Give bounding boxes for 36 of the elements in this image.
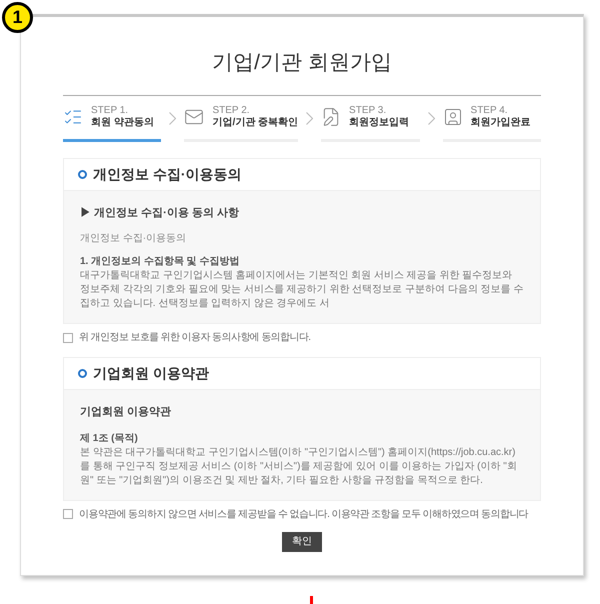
step-badge: 1 bbox=[2, 2, 33, 33]
subheading: ▶ 개인정보 수집·이용 동의 사항 bbox=[80, 206, 240, 220]
scroll-marker bbox=[310, 596, 313, 604]
section-heading: 기업회원 이용약관 bbox=[93, 364, 209, 383]
article-title: 제 1조 (목적) bbox=[80, 432, 139, 446]
step-tab[interactable]: STEP 2. 기업/기관 중복확인 bbox=[184, 96, 298, 142]
terms-text: 대구가톨릭대학교 구인기업시스템 홈페이지에서는 기본적인 회원 서비스 제공을 위한 필수정보와 정보주체 각각의 기호와 필요에 맞는 서비스를 제공하기 위한 선택정보로 구분하여 다음의 정보를 수집하고 있습니다. 선택정보를 입력하지 않은 경우에도 서 bbox=[80, 269, 524, 311]
step-number: STEP 1. bbox=[91, 104, 130, 117]
chevron-icon bbox=[428, 112, 435, 125]
ring-icon bbox=[78, 369, 87, 378]
step-label: 회원정보입력 bbox=[349, 117, 410, 130]
portrait-icon bbox=[442, 107, 463, 127]
step-label: 회원 약관동의 bbox=[91, 117, 154, 130]
subheading: 기업회원 이용약관 bbox=[80, 405, 172, 420]
checkbox[interactable] bbox=[63, 332, 73, 342]
intro-text: 개인정보 수집·이용동의 bbox=[80, 232, 188, 246]
checkbox-label: 위 개인정보 보호를 위한 이용자 동의사항에 동의합니다. bbox=[79, 331, 310, 345]
step-number: STEP 3. bbox=[349, 104, 388, 117]
checkbox[interactable] bbox=[63, 509, 73, 519]
page-title: 기업/기관 회원가입 bbox=[211, 50, 393, 76]
terms-text: 본 약관은 대구가톨릭대학교 구인기업시스템(이하 "구인기업시스템") 홈페이지(https://job.cu.ac.kr)를 통해 구인구직 정보제공 서비스 (이하 "서비스")를 제공함에 있어 이를 이용하는 가입자 (이하 "회원" 또는 "기업회원")의 이용조건 및 제반 절차, 기타 필요한 사항을 규정함을 목적으로 한다. bbox=[80, 446, 518, 488]
step-label: 회원가입완료 bbox=[470, 117, 531, 130]
confirm-button[interactable]: 확인 bbox=[282, 532, 322, 552]
step-tab[interactable]: STEP 1. 회원 약관동의 bbox=[63, 96, 162, 142]
step-tab[interactable]: STEP 4. 회원가입완료 bbox=[442, 96, 542, 142]
step-label: 기업/기관 중복확인 bbox=[212, 117, 298, 130]
ring-icon bbox=[78, 170, 87, 178]
envelope-icon bbox=[184, 107, 204, 127]
article-title: 1. 개인정보의 수집항목 및 수집방법 bbox=[80, 255, 240, 269]
checkbox-label: 이용약관에 동의하지 않으면 서비스를 제공받을 수 없습니다. 이용약관 조항을 모두 이해하였으며 동의합니다 bbox=[79, 508, 528, 522]
step-tab[interactable]: STEP 3. 회원정보입력 bbox=[321, 96, 420, 142]
chevron-icon bbox=[306, 112, 314, 125]
chevron-icon bbox=[169, 112, 176, 125]
step-number: STEP 4. bbox=[470, 104, 509, 117]
section-heading: 개인정보 수집·이용동의 bbox=[93, 164, 242, 184]
step-number: STEP 2. bbox=[212, 104, 251, 117]
